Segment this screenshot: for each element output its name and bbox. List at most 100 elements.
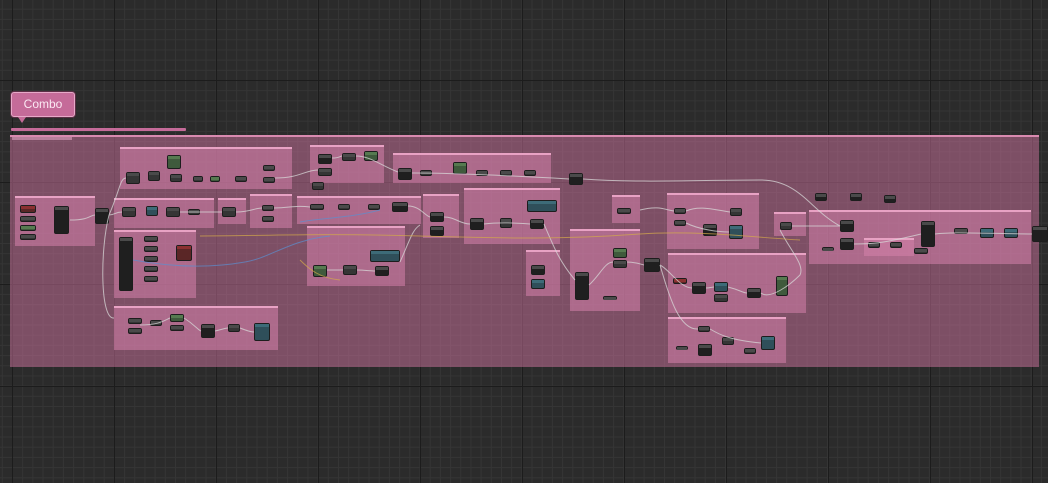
node[interactable]	[954, 228, 968, 234]
node[interactable]	[254, 323, 270, 341]
node[interactable]	[318, 154, 332, 164]
node[interactable]	[714, 282, 728, 292]
node[interactable]	[692, 282, 706, 294]
node[interactable]	[144, 236, 158, 242]
node[interactable]	[370, 250, 400, 262]
node[interactable]	[343, 265, 357, 275]
node[interactable]	[263, 165, 275, 171]
node[interactable]	[780, 222, 792, 230]
node[interactable]	[884, 195, 896, 203]
node[interactable]	[644, 258, 660, 272]
node[interactable]	[729, 225, 743, 239]
node[interactable]	[698, 344, 712, 356]
node[interactable]	[398, 168, 412, 180]
node[interactable]	[868, 242, 880, 248]
node[interactable]	[1004, 228, 1018, 238]
node[interactable]	[722, 337, 734, 345]
node[interactable]	[822, 247, 834, 251]
node[interactable]	[368, 204, 380, 210]
node[interactable]	[613, 248, 627, 258]
node[interactable]	[921, 221, 935, 247]
node[interactable]	[222, 207, 236, 217]
subgroup[interactable]	[393, 153, 551, 183]
node[interactable]	[1032, 226, 1048, 242]
node[interactable]	[744, 348, 756, 354]
node[interactable]	[262, 205, 274, 211]
node[interactable]	[603, 296, 617, 300]
node[interactable]	[144, 246, 158, 252]
node[interactable]	[313, 265, 327, 277]
node[interactable]	[176, 245, 192, 261]
node[interactable]	[569, 173, 583, 185]
node[interactable]	[170, 314, 184, 322]
node[interactable]	[761, 336, 775, 350]
node[interactable]	[840, 238, 854, 250]
node[interactable]	[392, 202, 408, 212]
node[interactable]	[128, 318, 142, 324]
node[interactable]	[166, 207, 180, 217]
node[interactable]	[144, 266, 158, 272]
node[interactable]	[531, 265, 545, 275]
node[interactable]	[714, 294, 728, 302]
node[interactable]	[703, 224, 717, 236]
node[interactable]	[673, 278, 687, 284]
node[interactable]	[364, 151, 378, 161]
node[interactable]	[890, 242, 902, 248]
node[interactable]	[840, 220, 854, 232]
node[interactable]	[188, 209, 200, 215]
node[interactable]	[193, 176, 203, 182]
node[interactable]	[747, 288, 761, 298]
node[interactable]	[201, 324, 215, 338]
node[interactable]	[980, 228, 994, 238]
group-label-combo[interactable]: Combo	[11, 92, 75, 117]
node[interactable]	[338, 204, 350, 210]
node[interactable]	[126, 172, 140, 184]
node[interactable]	[500, 170, 512, 176]
node-canvas[interactable]: Combo	[0, 0, 1048, 483]
subgroup[interactable]	[464, 188, 560, 244]
subgroup[interactable]	[250, 194, 292, 228]
node[interactable]	[20, 225, 36, 231]
node[interactable]	[150, 320, 162, 326]
node[interactable]	[617, 208, 631, 214]
node[interactable]	[430, 212, 444, 222]
node[interactable]	[228, 324, 240, 332]
node[interactable]	[476, 170, 488, 176]
node[interactable]	[170, 325, 184, 331]
node[interactable]	[613, 260, 627, 268]
node[interactable]	[674, 220, 686, 226]
node[interactable]	[210, 176, 220, 182]
node[interactable]	[128, 328, 142, 334]
subgroup[interactable]	[809, 210, 1031, 264]
node[interactable]	[318, 168, 332, 176]
node[interactable]	[674, 208, 686, 214]
node[interactable]	[146, 206, 158, 216]
node[interactable]	[730, 208, 742, 216]
node[interactable]	[95, 208, 109, 224]
node[interactable]	[144, 276, 158, 282]
node[interactable]	[312, 182, 324, 190]
node[interactable]	[122, 207, 136, 217]
node[interactable]	[20, 234, 36, 240]
node[interactable]	[470, 218, 484, 230]
node[interactable]	[850, 193, 862, 201]
node[interactable]	[420, 170, 432, 176]
node[interactable]	[524, 170, 536, 176]
node[interactable]	[119, 237, 133, 291]
node[interactable]	[54, 206, 69, 234]
node[interactable]	[776, 276, 788, 296]
node[interactable]	[170, 174, 182, 182]
node[interactable]	[698, 326, 710, 332]
node[interactable]	[430, 226, 444, 236]
node[interactable]	[144, 256, 158, 262]
node[interactable]	[342, 153, 356, 161]
node[interactable]	[235, 176, 247, 182]
node[interactable]	[310, 204, 324, 210]
node[interactable]	[676, 346, 688, 350]
node[interactable]	[262, 216, 274, 222]
node[interactable]	[914, 248, 928, 254]
node[interactable]	[500, 218, 512, 228]
node[interactable]	[815, 193, 827, 201]
node[interactable]	[530, 219, 544, 229]
node[interactable]	[20, 216, 36, 222]
